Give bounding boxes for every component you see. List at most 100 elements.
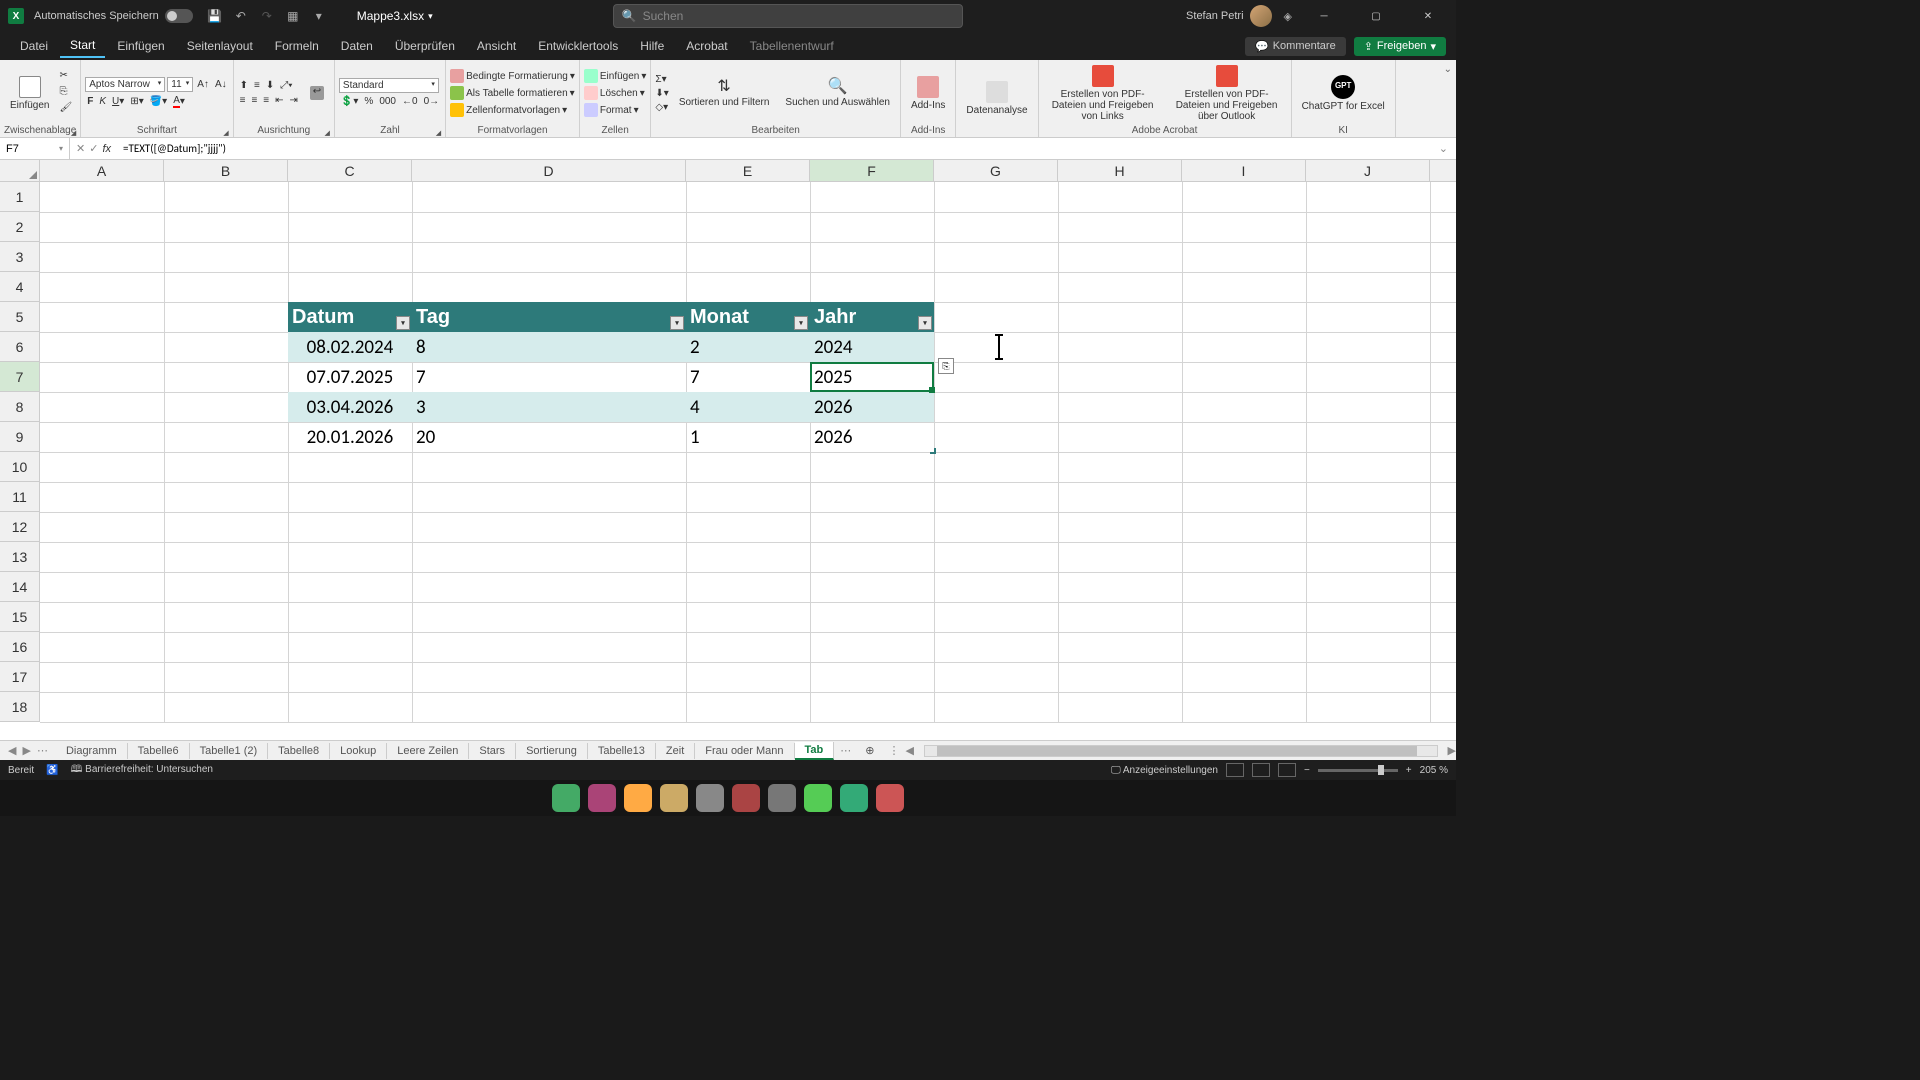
taskbar-app-icon[interactable] (732, 784, 760, 812)
col-header-j[interactable]: J (1306, 160, 1430, 181)
taskbar-app-icon[interactable] (552, 784, 580, 812)
row-header-15[interactable]: 15 (0, 602, 40, 632)
tab-formeln[interactable]: Formeln (265, 35, 329, 57)
data-analysis-button[interactable]: Datenanalyse (960, 79, 1033, 118)
redo-icon[interactable]: ↷ (259, 8, 275, 24)
zoom-slider[interactable] (1318, 769, 1398, 772)
taskbar-app-icon[interactable] (588, 784, 616, 812)
diamond-icon[interactable]: ◈ (1284, 10, 1292, 23)
autosum-button[interactable]: Σ▾ (655, 74, 668, 85)
row-header-13[interactable]: 13 (0, 542, 40, 572)
zoom-in-icon[interactable]: + (1406, 765, 1412, 776)
find-select-button[interactable]: 🔍Suchen und Auswählen (779, 76, 896, 111)
filter-icon[interactable]: ▾ (918, 316, 932, 330)
addins-button[interactable]: Add-Ins (905, 74, 951, 113)
taskbar-app-icon[interactable] (804, 784, 832, 812)
row-header-12[interactable]: 12 (0, 512, 40, 542)
tab-hilfe[interactable]: Hilfe (630, 35, 674, 57)
sheet-nav-next-icon[interactable]: ▶ (22, 744, 30, 757)
document-name[interactable]: Mappe3.xlsx ▾ (357, 9, 433, 23)
spreadsheet-grid[interactable]: A B C D E F G H I J 12345678910111213141… (0, 160, 1456, 740)
format-cells-button[interactable]: Format▾ (584, 103, 647, 117)
tab-start[interactable]: Start (60, 34, 105, 58)
row-header-14[interactable]: 14 (0, 572, 40, 602)
scroll-right-icon[interactable]: ▶ (1448, 744, 1456, 757)
indent-decrease-icon[interactable]: ⇤ (273, 94, 285, 107)
clear-button[interactable]: ◇▾ (655, 102, 668, 113)
decrease-decimal-icon[interactable]: 0→ (422, 95, 442, 108)
cell-tag[interactable]: 3 (412, 392, 686, 422)
indent-increase-icon[interactable]: ⇥ (288, 94, 300, 107)
col-header-b[interactable]: B (164, 160, 288, 181)
col-header-e[interactable]: E (686, 160, 810, 181)
sheet-nav-prev-icon[interactable]: ◀ (8, 744, 16, 757)
display-settings-button[interactable]: 🖵 Anzeigeeinstellungen (1111, 765, 1218, 776)
orientation-icon[interactable]: ⤢▾ (278, 79, 294, 92)
comments-button[interactable]: 💬 Kommentare (1245, 37, 1346, 56)
qat-dropdown-icon[interactable]: ▾ (311, 8, 327, 24)
tab-ueberpruefen[interactable]: Überprüfen (385, 35, 465, 57)
cell-tag[interactable]: 8 (412, 332, 686, 362)
page-layout-view-icon[interactable] (1252, 763, 1270, 777)
autosave-toggle[interactable]: Automatisches Speichern (34, 9, 193, 23)
accept-formula-icon[interactable]: ✓ (89, 142, 98, 155)
tab-datei[interactable]: Datei (10, 35, 58, 57)
page-break-view-icon[interactable] (1278, 763, 1296, 777)
align-left-icon[interactable]: ≡ (238, 94, 248, 107)
camera-icon[interactable]: ▦ (285, 8, 301, 24)
currency-icon[interactable]: 💲▾ (339, 95, 360, 108)
sheet-tab[interactable]: Tabelle13 (588, 743, 656, 759)
tab-entwicklertools[interactable]: Entwicklertools (528, 35, 628, 57)
align-middle-icon[interactable]: ≡ (252, 79, 262, 92)
horizontal-scrollbar[interactable] (924, 745, 1438, 757)
row-header-9[interactable]: 9 (0, 422, 40, 452)
row-header-3[interactable]: 3 (0, 242, 40, 272)
delete-cells-button[interactable]: Löschen▾ (584, 86, 647, 100)
launcher-icon[interactable]: ◢ (71, 129, 76, 137)
taskbar-app-icon[interactable] (840, 784, 868, 812)
scroll-left-icon[interactable]: ◀ (906, 744, 914, 757)
sheet-tab[interactable]: Diagramm (56, 743, 128, 759)
cell-tag[interactable]: 7 (412, 362, 686, 392)
filter-icon[interactable]: ▾ (670, 316, 684, 330)
sheet-tab-active[interactable]: Tab (795, 742, 835, 760)
autofill-options-icon[interactable]: ⎘ (938, 358, 954, 374)
sheet-tab[interactable]: Lookup (330, 743, 387, 759)
formula-input[interactable]: =TEXT([@Datum];"jjjj") (117, 142, 1431, 155)
user-account[interactable]: Stefan Petri (1186, 5, 1271, 27)
comma-icon[interactable]: 000 (377, 95, 398, 108)
cell-styles-button[interactable]: Zellenformatvorlagen▾ (450, 103, 575, 117)
collapse-ribbon-icon[interactable]: ⌄ (1440, 60, 1456, 137)
table-header-monat[interactable]: Monat▾ (686, 302, 810, 332)
tab-ansicht[interactable]: Ansicht (467, 35, 526, 57)
cell-datum[interactable]: 03.04.2026 (288, 392, 412, 422)
expand-formula-icon[interactable]: ⌄ (1431, 142, 1456, 155)
sheet-tab[interactable]: Tabelle1 (2) (190, 743, 268, 759)
border-icon[interactable]: ⊞▾ (128, 95, 145, 108)
table-header-datum[interactable]: Datum▾ (288, 302, 412, 332)
cell-jahr[interactable]: 2026 (810, 422, 934, 452)
italic-icon[interactable]: K (97, 95, 108, 108)
paste-button[interactable]: Einfügen (4, 74, 55, 113)
normal-view-icon[interactable] (1226, 763, 1244, 777)
toggle-switch-icon[interactable] (165, 9, 193, 23)
cut-icon[interactable]: ✂ (59, 70, 73, 84)
number-format-select[interactable]: Standard▾ (339, 78, 439, 93)
sheet-tab[interactable]: Tabelle6 (128, 743, 190, 759)
row-header-4[interactable]: 4 (0, 272, 40, 302)
underline-icon[interactable]: U▾ (110, 95, 126, 108)
col-header-h[interactable]: H (1058, 160, 1182, 181)
close-button[interactable]: ✕ (1408, 4, 1448, 28)
cell-monat[interactable]: 4 (686, 392, 810, 422)
cell-datum[interactable]: 20.01.2026 (288, 422, 412, 452)
decrease-font-icon[interactable]: A↓ (213, 78, 229, 91)
cell-datum[interactable]: 08.02.2024 (288, 332, 412, 362)
taskbar-app-icon[interactable] (624, 784, 652, 812)
accessibility-status[interactable]: 🕮 Barrierefreiheit: Untersuchen (71, 762, 213, 779)
fx-icon[interactable]: fx (102, 143, 111, 155)
font-name-select[interactable]: Aptos Narrow▾ (85, 77, 165, 92)
sheet-tab[interactable]: Tabelle8 (268, 743, 330, 759)
row-header-11[interactable]: 11 (0, 482, 40, 512)
tab-seitenlayout[interactable]: Seitenlayout (177, 35, 263, 57)
table-header-tag[interactable]: Tag▾ (412, 302, 686, 332)
